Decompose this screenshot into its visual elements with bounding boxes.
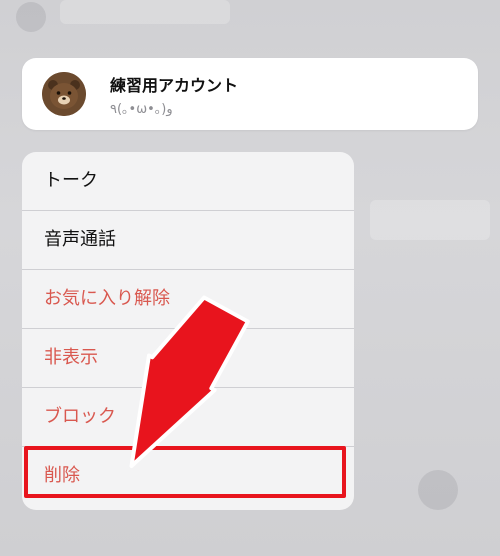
menu-item-hide[interactable]: 非表示 (22, 329, 354, 388)
menu-item-remove-favorite[interactable]: お気に入り解除 (22, 270, 354, 329)
delete-highlight-box (24, 446, 346, 498)
background-blur-row (370, 200, 490, 240)
contact-preview-card[interactable]: 練習用アカウント ٩(｡•ω•｡)و (22, 58, 478, 130)
menu-item-talk[interactable]: トーク (22, 152, 354, 211)
contact-status-message: ٩(｡•ω•｡)و (110, 102, 173, 117)
contact-name: 練習用アカウント (110, 76, 239, 95)
background-blur-button (418, 470, 458, 510)
avatar (42, 72, 86, 116)
menu-item-block[interactable]: ブロック (22, 388, 354, 447)
menu-item-voice-call[interactable]: 音声通話 (22, 211, 354, 270)
background-blur-avatar (16, 2, 46, 32)
background-blur-bar (60, 0, 230, 24)
bear-avatar-icon (42, 72, 86, 116)
